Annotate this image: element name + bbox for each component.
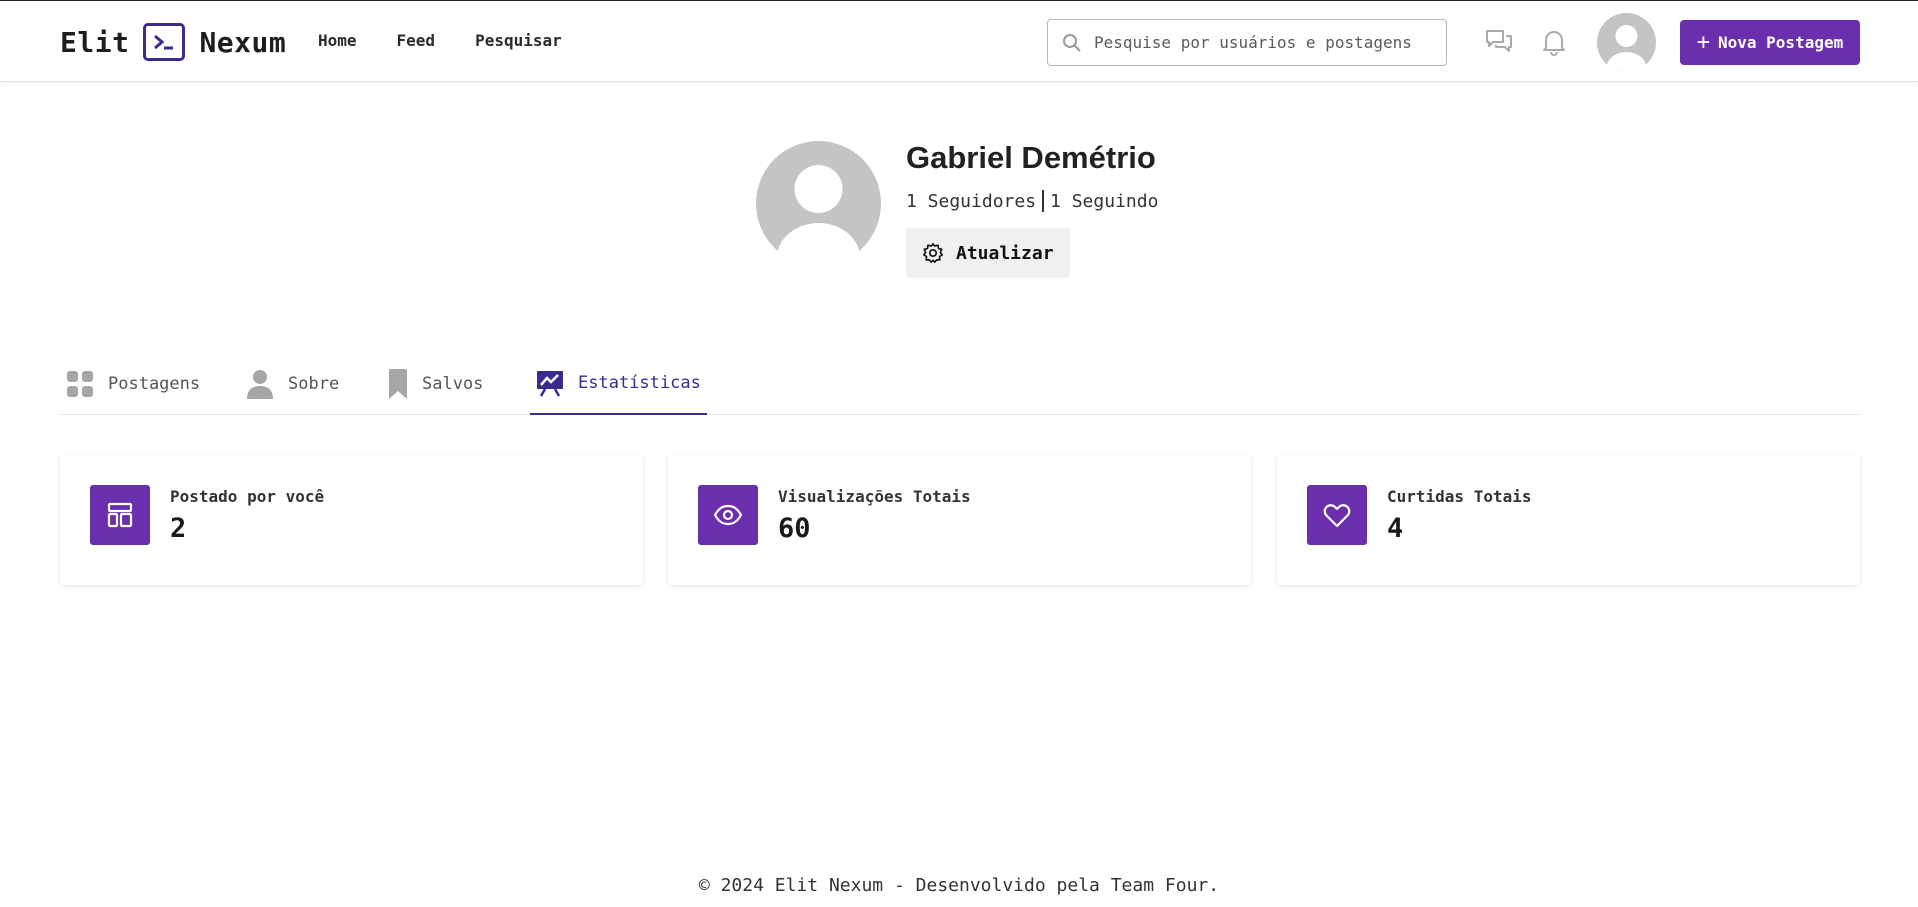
tab-label: Estatísticas bbox=[578, 372, 701, 393]
stat-label: Postado por você bbox=[170, 487, 325, 506]
layout-icon bbox=[90, 485, 150, 545]
plus-icon: + bbox=[1696, 29, 1710, 55]
chart-icon bbox=[537, 370, 563, 397]
new-post-button[interactable]: + Nova Postagem bbox=[1680, 20, 1860, 65]
chat-icon[interactable] bbox=[1484, 27, 1514, 61]
grid-icon bbox=[67, 370, 93, 397]
tab-postagens[interactable]: Postagens bbox=[66, 352, 200, 415]
stat-label: Curtidas Totais bbox=[1387, 487, 1532, 506]
eye-icon bbox=[698, 485, 758, 545]
followers-count[interactable]: 1 Seguidores bbox=[906, 191, 1036, 212]
stat-value: 60 bbox=[778, 513, 811, 544]
following-count[interactable]: 1 Seguindo bbox=[1050, 191, 1158, 212]
top-navbar: Elit Nexum Home Feed Pesquisar + Nova Po… bbox=[0, 0, 1918, 82]
update-label: Atualizar bbox=[956, 242, 1054, 264]
person-icon bbox=[247, 369, 273, 399]
stat-value: 4 bbox=[1387, 513, 1404, 544]
tab-estatisticas[interactable]: Estatísticas bbox=[530, 352, 707, 415]
tab-label: Salvos bbox=[422, 373, 484, 394]
main-nav: Home Feed Pesquisar bbox=[318, 31, 602, 50]
bookmark-icon bbox=[389, 368, 407, 399]
profile-tabs: Postagens Sobre Salvos Estatísticas bbox=[60, 352, 1860, 415]
tab-sobre[interactable]: Sobre bbox=[246, 352, 339, 415]
search-box bbox=[1047, 19, 1447, 66]
nav-pesquisar[interactable]: Pesquisar bbox=[475, 31, 562, 50]
stat-value: 2 bbox=[170, 513, 187, 544]
stat-card-views: Visualizações Totais 60 bbox=[668, 455, 1251, 585]
tab-label: Postagens bbox=[108, 373, 201, 394]
tab-label: Sobre bbox=[288, 373, 340, 394]
nav-feed[interactable]: Feed bbox=[397, 31, 436, 50]
user-avatar[interactable] bbox=[1597, 13, 1656, 72]
new-post-label: Nova Postagem bbox=[1718, 33, 1844, 52]
stat-card-likes: Curtidas Totais 4 bbox=[1277, 455, 1860, 585]
gear-icon bbox=[923, 243, 943, 263]
logo[interactable]: Elit Nexum bbox=[60, 21, 286, 63]
terminal-icon bbox=[143, 23, 186, 61]
follow-stats: 1 Seguidores 1 Seguindo bbox=[906, 190, 1158, 212]
stat-card-posts: Postado por você 2 bbox=[60, 455, 643, 585]
stat-label: Visualizações Totais bbox=[778, 487, 971, 506]
heart-icon bbox=[1307, 485, 1367, 545]
update-profile-button[interactable]: Atualizar bbox=[906, 228, 1070, 278]
profile-name: Gabriel Demétrio bbox=[906, 140, 1156, 175]
logo-text-left: Elit bbox=[60, 25, 130, 59]
profile-avatar bbox=[756, 141, 881, 266]
search-icon bbox=[1063, 33, 1081, 52]
nav-home[interactable]: Home bbox=[318, 31, 357, 50]
divider bbox=[1042, 190, 1045, 212]
search-input[interactable] bbox=[1094, 33, 1434, 52]
footer-text: © 2024 Elit Nexum - Desenvolvido pela Te… bbox=[698, 875, 1220, 896]
bell-icon[interactable] bbox=[1540, 27, 1568, 61]
logo-text-right: Nexum bbox=[199, 25, 287, 59]
tab-salvos[interactable]: Salvos bbox=[388, 352, 483, 415]
